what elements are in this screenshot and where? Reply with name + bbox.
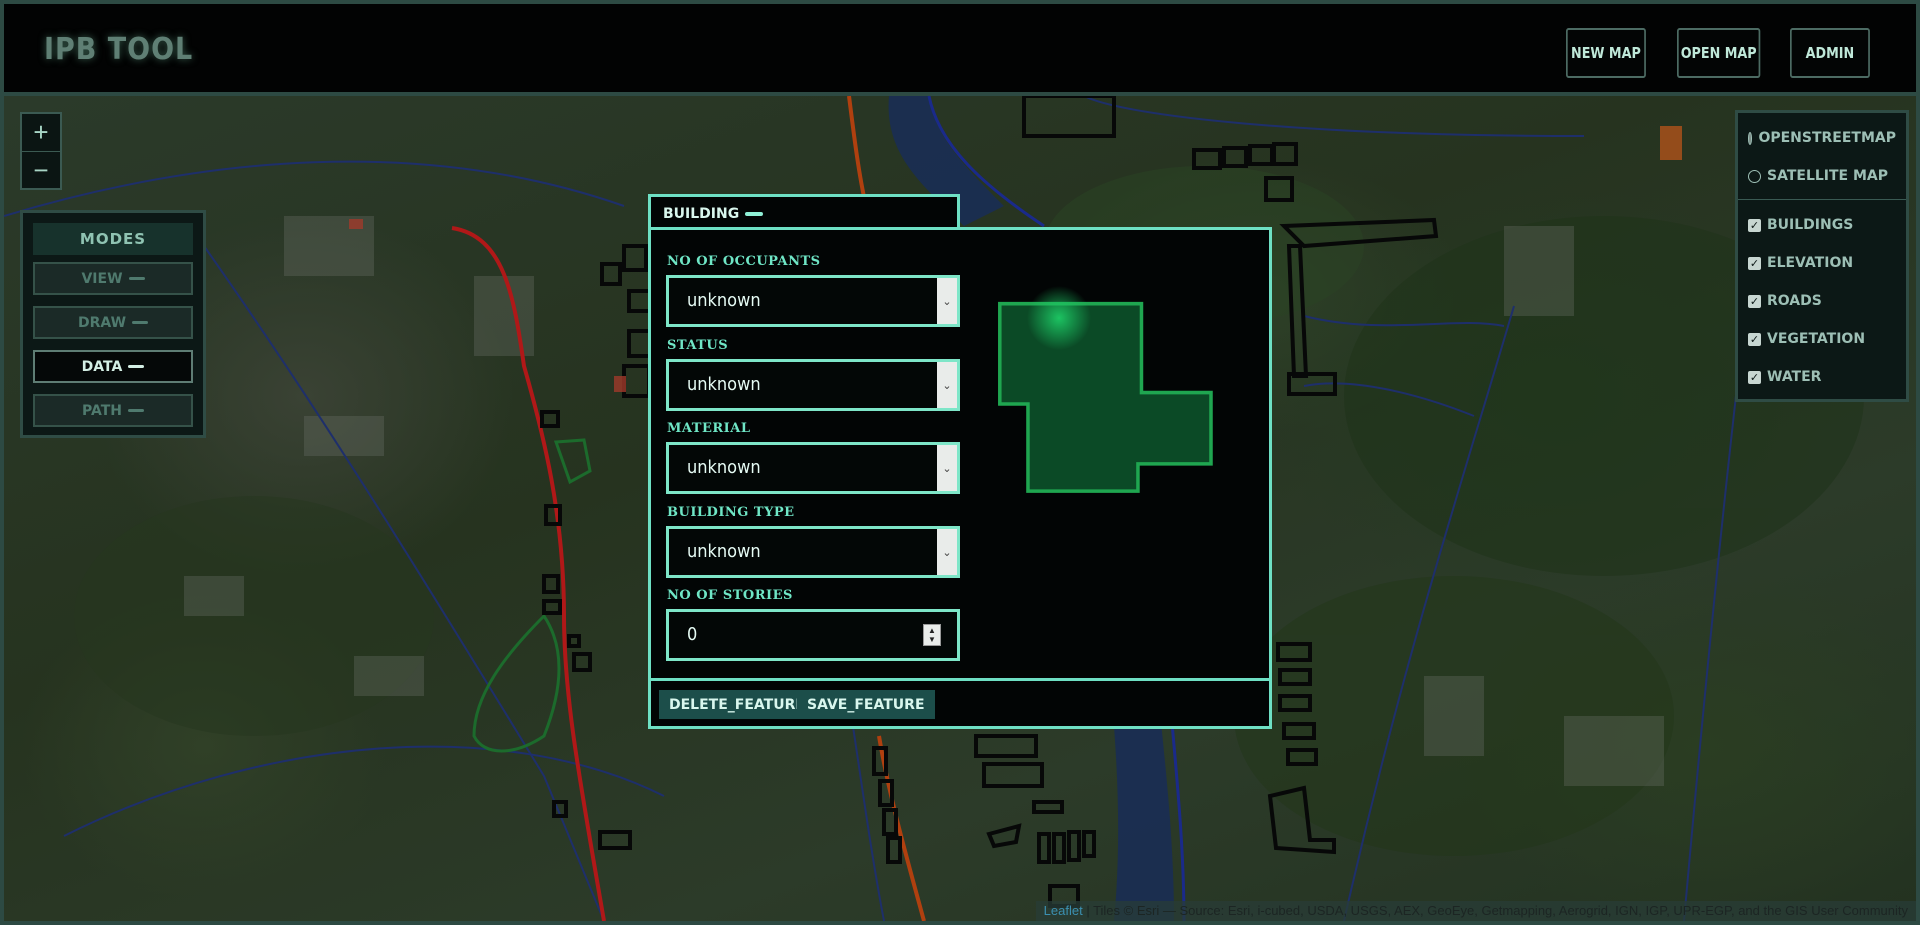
checkbox-checked-icon[interactable]: ✓	[1748, 332, 1761, 346]
chevron-down-icon: ⌄	[937, 278, 957, 324]
overlay-vegetation[interactable]: ✓ VEGETATION	[1748, 320, 1896, 358]
overlay-elevation[interactable]: ✓ ELEVATION	[1748, 244, 1896, 282]
layer-label: ELEVATION	[1767, 255, 1854, 271]
zoom-control: + −	[20, 112, 62, 190]
checkbox-checked-icon[interactable]: ✓	[1748, 256, 1761, 270]
stories-label: NO OF STORIES	[667, 588, 793, 603]
layer-label: WATER	[1767, 369, 1822, 385]
mode-data-button[interactable]: DATA	[33, 350, 193, 383]
app-logo: IPB TOOL	[44, 32, 194, 67]
delete-feature-button[interactable]: DELETE_FEATURE	[659, 690, 815, 719]
mode-label: PATH	[82, 402, 122, 419]
attribution-text: | Tiles © Esri — Source: Esri, i-cubed, …	[1082, 903, 1908, 918]
checkbox-checked-icon[interactable]: ✓	[1748, 370, 1761, 384]
mode-label: DATA	[81, 358, 123, 375]
admin-button[interactable]: ADMIN	[1790, 28, 1870, 78]
building-type-value: unknown	[687, 541, 761, 562]
checkbox-checked-icon[interactable]: ✓	[1748, 218, 1761, 232]
overlay-buildings[interactable]: ✓ BUILDINGS	[1748, 206, 1896, 244]
stories-input[interactable]: 0 ▲ ▼	[666, 609, 960, 661]
chevron-down-icon: ⌄	[937, 529, 957, 575]
occupants-label: NO OF OCCUPANTS	[667, 254, 821, 269]
building-shape-preview	[998, 286, 1213, 493]
modes-title: MODES	[33, 223, 193, 255]
layer-label: ROADS	[1767, 293, 1822, 309]
chevron-down-icon: ⌄	[937, 362, 957, 408]
top-bar: IPB TOOL NEW MAP OPEN MAP ADMIN	[0, 0, 1920, 96]
dialog-title: BUILDING	[663, 205, 740, 222]
dash-icon	[128, 409, 144, 412]
dialog-title-tab: BUILDING	[648, 194, 960, 230]
leaflet-link[interactable]: Leaflet	[1044, 903, 1083, 918]
dash-icon	[128, 365, 145, 368]
material-label: MATERIAL	[667, 421, 751, 436]
dash-icon	[745, 211, 764, 216]
layers-divider	[1738, 199, 1906, 200]
dialog-body: NO OF OCCUPANTS unknown ⌄ STATUS unknown…	[651, 230, 1269, 678]
dash-icon	[128, 277, 145, 280]
map-attribution: Leaflet | Tiles © Esri — Source: Esri, i…	[1035, 901, 1916, 921]
checkbox-checked-icon[interactable]: ✓	[1748, 294, 1761, 308]
mode-draw-button[interactable]: DRAW	[33, 306, 193, 339]
dialog-footer: DELETE_FEATURE SAVE_FEATURE	[651, 678, 1269, 726]
building-type-label: BUILDING TYPE	[667, 505, 795, 520]
status-label: STATUS	[667, 338, 729, 353]
save-feature-button[interactable]: SAVE_FEATURE	[797, 690, 935, 719]
status-select[interactable]: unknown ⌄	[666, 359, 960, 411]
basemap-satellite[interactable]: SATELLITE MAP	[1748, 157, 1896, 195]
building-dialog: NO OF OCCUPANTS unknown ⌄ STATUS unknown…	[648, 227, 1272, 729]
zoom-in-button[interactable]: +	[22, 114, 60, 151]
building-type-select[interactable]: unknown ⌄	[666, 526, 960, 578]
occupants-value: unknown	[687, 290, 761, 311]
modes-panel: MODES VIEW DRAW DATA PATH	[20, 210, 206, 438]
material-select[interactable]: unknown ⌄	[666, 442, 960, 494]
layers-panel: OPENSTREETMAP SATELLITE MAP ✓ BUILDINGS …	[1735, 110, 1909, 402]
occupants-select[interactable]: unknown ⌄	[666, 275, 960, 327]
layer-label: OPENSTREETMAP	[1758, 130, 1896, 146]
stories-value: 0	[687, 624, 698, 645]
chevron-down-icon: ⌄	[937, 445, 957, 491]
dash-icon	[132, 321, 149, 324]
mode-label: DRAW	[77, 314, 127, 331]
mode-path-button[interactable]: PATH	[33, 394, 193, 427]
overlay-roads[interactable]: ✓ ROADS	[1748, 282, 1896, 320]
glow-marker-icon	[1027, 286, 1091, 350]
radio-selected-icon[interactable]	[1748, 131, 1753, 145]
material-value: unknown	[687, 457, 761, 478]
layer-label: SATELLITE MAP	[1767, 168, 1889, 184]
spinner-icon[interactable]: ▲ ▼	[923, 624, 941, 646]
open-map-button[interactable]: OPEN MAP	[1677, 28, 1761, 78]
zoom-out-button[interactable]: −	[22, 151, 60, 188]
status-value: unknown	[687, 374, 761, 395]
layer-label: BUILDINGS	[1767, 217, 1854, 233]
mode-view-button[interactable]: VIEW	[33, 262, 193, 295]
new-map-button[interactable]: NEW MAP	[1566, 28, 1646, 78]
mode-label: VIEW	[81, 270, 123, 287]
basemap-openstreetmap[interactable]: OPENSTREETMAP	[1748, 119, 1896, 157]
radio-icon[interactable]	[1748, 169, 1761, 183]
layer-label: VEGETATION	[1767, 331, 1866, 347]
overlay-water[interactable]: ✓ WATER	[1748, 358, 1896, 396]
